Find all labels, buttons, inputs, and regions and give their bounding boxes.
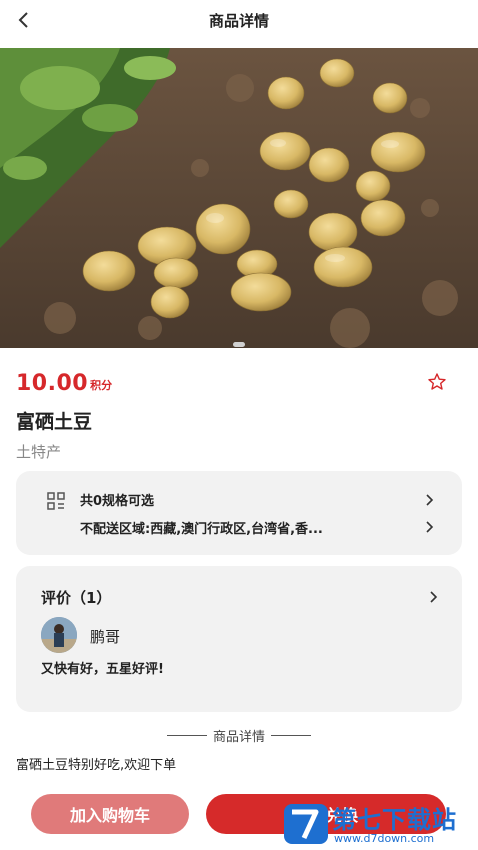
review-title: 评价（1） — [41, 589, 112, 607]
page-title: 商品详情 — [208, 12, 269, 30]
review-card[interactable]: 评价（1） 鹏哥 又快有好，五星好评! — [16, 566, 462, 712]
watermark: 第七下载站 www.d7down.com — [284, 800, 470, 846]
carousel-indicator — [233, 342, 245, 347]
details-divider: 商品详情 — [0, 726, 478, 745]
watermark-logo-icon — [284, 804, 328, 844]
review-text: 又快有好，五星好评! — [41, 662, 164, 677]
watermark-url: www.d7down.com — [334, 832, 435, 845]
divider-line — [166, 735, 207, 736]
delivery-exclusions: 不配送区域:西藏,澳门行政区,台湾省,香... — [80, 522, 323, 537]
chevron-right-icon[interactable] — [424, 520, 434, 534]
divider-line — [271, 735, 311, 736]
chevron-right-icon[interactable] — [424, 493, 434, 507]
product-name: 富硒土豆 — [16, 411, 93, 433]
top-bar: 商品详情 — [0, 0, 478, 44]
product-image[interactable] — [0, 48, 478, 348]
chevron-right-icon[interactable] — [428, 590, 438, 604]
product-category: 土特产 — [16, 443, 62, 461]
spec-options: 共0规格可选 — [80, 494, 155, 509]
price-unit: 积分 — [90, 379, 113, 392]
watermark-title: 第七下载站 — [332, 806, 457, 834]
grid-icon — [47, 492, 65, 510]
avatar — [41, 617, 77, 653]
spec-card[interactable]: 共0规格可选 不配送区域:西藏,澳门行政区,台湾省,香... — [16, 471, 462, 555]
reviewer-name: 鹏哥 — [90, 628, 121, 646]
price-value: 10.00 — [16, 371, 89, 396]
details-section-label: 商品详情 — [212, 730, 265, 745]
add-to-cart-button[interactable]: 加入购物车 — [31, 794, 189, 834]
price: 10.00 积分 — [16, 368, 112, 396]
favorite-star-icon[interactable] — [427, 372, 447, 392]
product-description: 富硒土豆特别好吃,欢迎下单 — [16, 758, 177, 773]
